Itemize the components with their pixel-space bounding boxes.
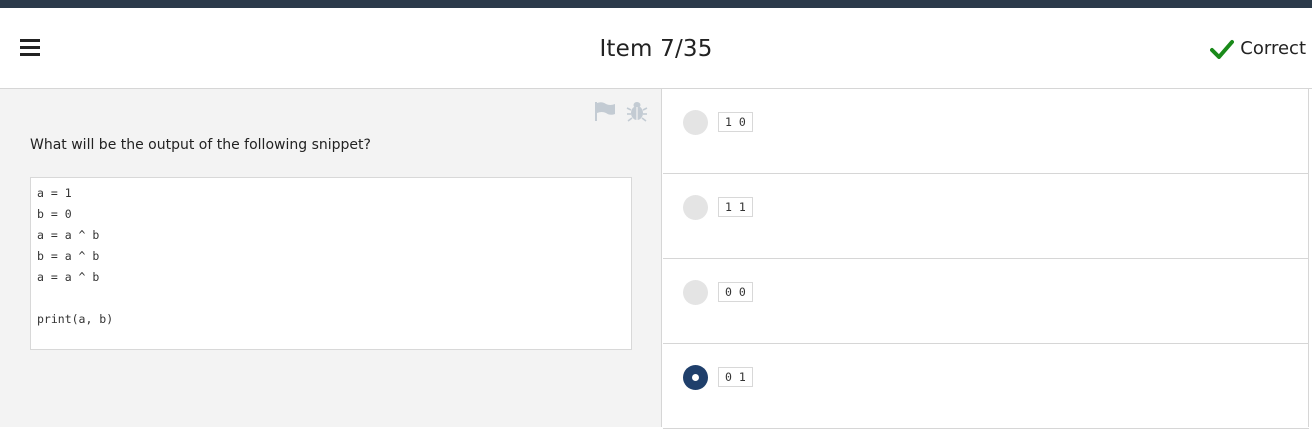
answer-option-2[interactable]: 1 1: [663, 174, 1309, 259]
radio-button[interactable]: [683, 110, 708, 135]
item-counter-title: Item 7/35: [599, 36, 713, 62]
status-indicator: Correct: [1210, 38, 1306, 59]
answer-option-label: 1 1: [718, 197, 753, 217]
answer-option-label: 1 0: [718, 112, 753, 132]
radio-button[interactable]: [683, 195, 708, 220]
question-prompt: What will be the output of the following…: [30, 137, 371, 153]
answer-option-3[interactable]: 0 0: [663, 259, 1309, 344]
flag-icon[interactable]: [594, 101, 616, 121]
question-pane: What will be the output of the following…: [0, 89, 662, 427]
header-bar: Item 7/35 Correct: [0, 8, 1312, 89]
answer-option-label: 0 0: [718, 282, 753, 302]
bug-icon[interactable]: [626, 100, 648, 122]
checkmark-icon: [1210, 39, 1235, 59]
answer-option-4[interactable]: 0 1: [663, 344, 1309, 429]
code-line: a = a ^ b: [37, 270, 100, 284]
code-line: a = a ^ b: [37, 228, 100, 242]
scrollbar[interactable]: [1308, 89, 1312, 427]
radio-button[interactable]: [683, 280, 708, 305]
code-snippet: a = 1 b = 0 a = a ^ b b = a ^ b a = a ^ …: [30, 177, 632, 350]
radio-button-selected[interactable]: [683, 365, 708, 390]
answer-option-label: 0 1: [718, 367, 753, 387]
top-accent-bar: [0, 0, 1312, 8]
answer-option-1[interactable]: 1 0: [663, 89, 1309, 174]
code-line: b = 0: [37, 207, 72, 221]
code-line: b = a ^ b: [37, 249, 100, 263]
code-line: a = 1: [37, 186, 72, 200]
code-line: print(a, b): [37, 312, 114, 326]
answer-options-pane: 1 0 1 1 0 0 0 1: [663, 89, 1312, 429]
status-label: Correct: [1240, 38, 1306, 59]
